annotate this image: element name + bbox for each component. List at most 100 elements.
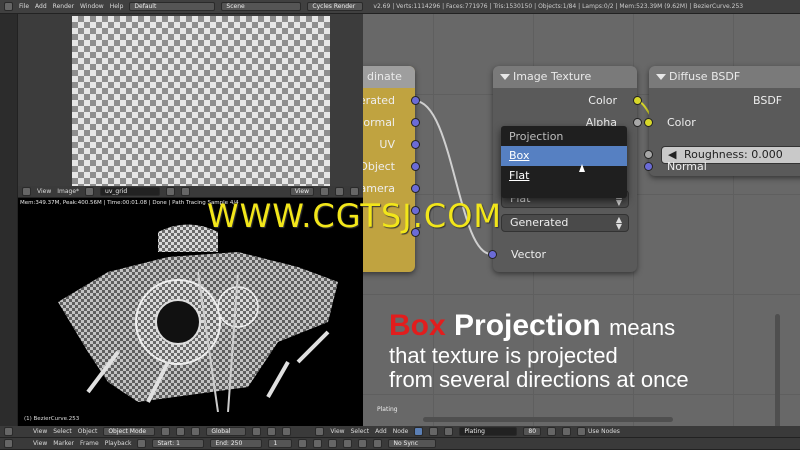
bsdf-node-header[interactable]: Diffuse BSDF — [649, 66, 800, 88]
material-field[interactable]: Plating — [459, 427, 518, 436]
mode-select[interactable]: Object Mode — [103, 427, 156, 436]
caption-line-3: from several directions at once — [389, 367, 689, 392]
menu-view[interactable]: View — [37, 188, 51, 195]
socket-color-in[interactable] — [644, 118, 653, 127]
image-browse-icon[interactable] — [85, 187, 95, 196]
menu-ne-add[interactable]: Add — [375, 428, 387, 435]
scene-select[interactable]: Scene — [221, 2, 302, 11]
socket-roughness-in[interactable] — [644, 150, 653, 159]
menu-playback[interactable]: Playback — [105, 440, 132, 447]
engine-value: Cycles Render — [312, 2, 356, 10]
menu-ne-view[interactable]: View — [330, 428, 344, 435]
use-nodes-label: Use Nodes — [588, 428, 620, 435]
editor-type-icon[interactable] — [4, 439, 13, 448]
compositing-icon[interactable] — [429, 427, 439, 436]
node-editor-type-icon[interactable] — [315, 427, 325, 436]
image-icon[interactable] — [166, 187, 176, 196]
coord-output-camera: amera — [363, 182, 395, 195]
scene-info: v2.69 | Verts:1114296 | Faces:771976 | T… — [373, 3, 744, 10]
socket-alpha-out[interactable] — [633, 118, 642, 127]
users-count[interactable]: 80 — [523, 427, 542, 436]
active-object-label: (1) BezierCurve.253 — [24, 416, 80, 422]
socket-normal-in[interactable] — [644, 162, 653, 171]
render-icon[interactable] — [282, 427, 292, 436]
scope-icon[interactable] — [350, 187, 359, 196]
projection-dropdown-menu[interactable]: Projection Box Flat — [501, 126, 627, 198]
mouse-cursor-icon — [579, 164, 585, 172]
orientation-select[interactable]: Global — [206, 427, 247, 436]
pin-icon[interactable] — [181, 187, 191, 196]
mode-value: Object Mode — [108, 427, 147, 435]
color-space-field[interactable]: Generated ▲ ▼ — [501, 214, 629, 232]
menu-frame[interactable]: Frame — [80, 440, 99, 447]
socket-camera[interactable] — [411, 184, 420, 193]
menu-object[interactable]: Object — [78, 428, 98, 435]
menu-window[interactable]: Window — [80, 3, 104, 10]
texture-coordinate-node[interactable]: dinate erated ormal UV Object amera — [363, 66, 420, 272]
menu-ne-select[interactable]: Select — [351, 428, 370, 435]
engine-select[interactable]: Cycles Render — [307, 2, 364, 11]
pivot-icon[interactable] — [176, 427, 186, 436]
channel-icon[interactable] — [320, 187, 329, 196]
alpha-icon[interactable] — [335, 187, 344, 196]
play-icon[interactable] — [343, 439, 353, 448]
projection-option-flat[interactable]: Flat — [501, 166, 627, 186]
manipulator-icon[interactable] — [191, 427, 201, 436]
layers-icon[interactable] — [252, 427, 262, 436]
socket-normal[interactable] — [411, 118, 420, 127]
start-frame-field[interactable]: Start: 1 — [152, 439, 205, 448]
image-name-field[interactable]: uv_grid — [100, 187, 161, 196]
caption-line-2: that texture is projected — [389, 343, 618, 368]
horizontal-scrollbar[interactable] — [423, 417, 673, 422]
view-select[interactable]: View — [289, 187, 314, 196]
image-editor[interactable] — [18, 14, 363, 186]
snap-icon[interactable] — [267, 427, 277, 436]
sync-select[interactable]: No Sync — [388, 439, 437, 448]
menu-ne-node[interactable]: Node — [393, 428, 409, 435]
texture-nodes-icon[interactable] — [444, 427, 454, 436]
menu-view[interactable]: View — [33, 428, 47, 435]
menu-image[interactable]: Image* — [57, 188, 79, 195]
uv-grid-image — [72, 16, 330, 186]
editor-type-icon[interactable] — [22, 187, 31, 196]
projection-option-box[interactable]: Box — [501, 146, 627, 166]
socket-generated[interactable] — [411, 96, 420, 105]
menu-render[interactable]: Render — [53, 3, 74, 10]
coord-node-title: dinate — [367, 70, 402, 83]
fake-user-icon[interactable] — [547, 427, 557, 436]
menu-add[interactable]: Add — [35, 3, 47, 10]
unlink-icon[interactable] — [562, 427, 572, 436]
editor-type-icon[interactable] — [4, 2, 13, 11]
editor-type-icon[interactable] — [4, 427, 13, 436]
coord-node-header[interactable]: dinate — [363, 66, 415, 88]
shader-nodes-icon[interactable] — [414, 427, 424, 436]
layout-select[interactable]: Default — [129, 2, 216, 11]
end-frame-field[interactable]: End: 250 — [210, 439, 263, 448]
render-stats: Mem:349.37M, Peak:400.56M | Time:00:01.0… — [20, 200, 239, 206]
socket-vector-in[interactable] — [488, 250, 497, 259]
menu-file[interactable]: File — [19, 3, 29, 10]
vertical-scrollbar[interactable] — [775, 314, 780, 426]
socket-uv[interactable] — [411, 140, 420, 149]
use-nodes-checkbox[interactable]: Use Nodes — [577, 427, 620, 436]
jump-start-icon[interactable] — [298, 439, 308, 448]
jump-end-icon[interactable] — [373, 439, 383, 448]
menu-marker[interactable]: Marker — [53, 440, 74, 447]
menu-select[interactable]: Select — [53, 428, 72, 435]
socket-object[interactable] — [411, 162, 420, 171]
menu-view[interactable]: View — [33, 440, 47, 447]
record-icon[interactable] — [137, 439, 147, 448]
next-key-icon[interactable] — [358, 439, 368, 448]
current-frame-field[interactable]: 1 — [268, 439, 293, 448]
play-reverse-icon[interactable] — [328, 439, 338, 448]
socket-color-out[interactable] — [633, 96, 642, 105]
coord-output-object: Object — [363, 160, 395, 173]
menu-help[interactable]: Help — [110, 3, 124, 10]
bsdf-input-normal: Normal — [667, 160, 707, 173]
prev-key-icon[interactable] — [313, 439, 323, 448]
diffuse-bsdf-node[interactable]: Diffuse BSDF BSDF Color ◀ Roughness: 0.00… — [644, 66, 800, 176]
shading-icon[interactable] — [161, 427, 171, 436]
imgtex-node-header[interactable]: Image Texture — [493, 66, 637, 88]
collapse-triangle-icon[interactable] — [500, 74, 510, 80]
collapse-triangle-icon[interactable] — [656, 74, 666, 80]
